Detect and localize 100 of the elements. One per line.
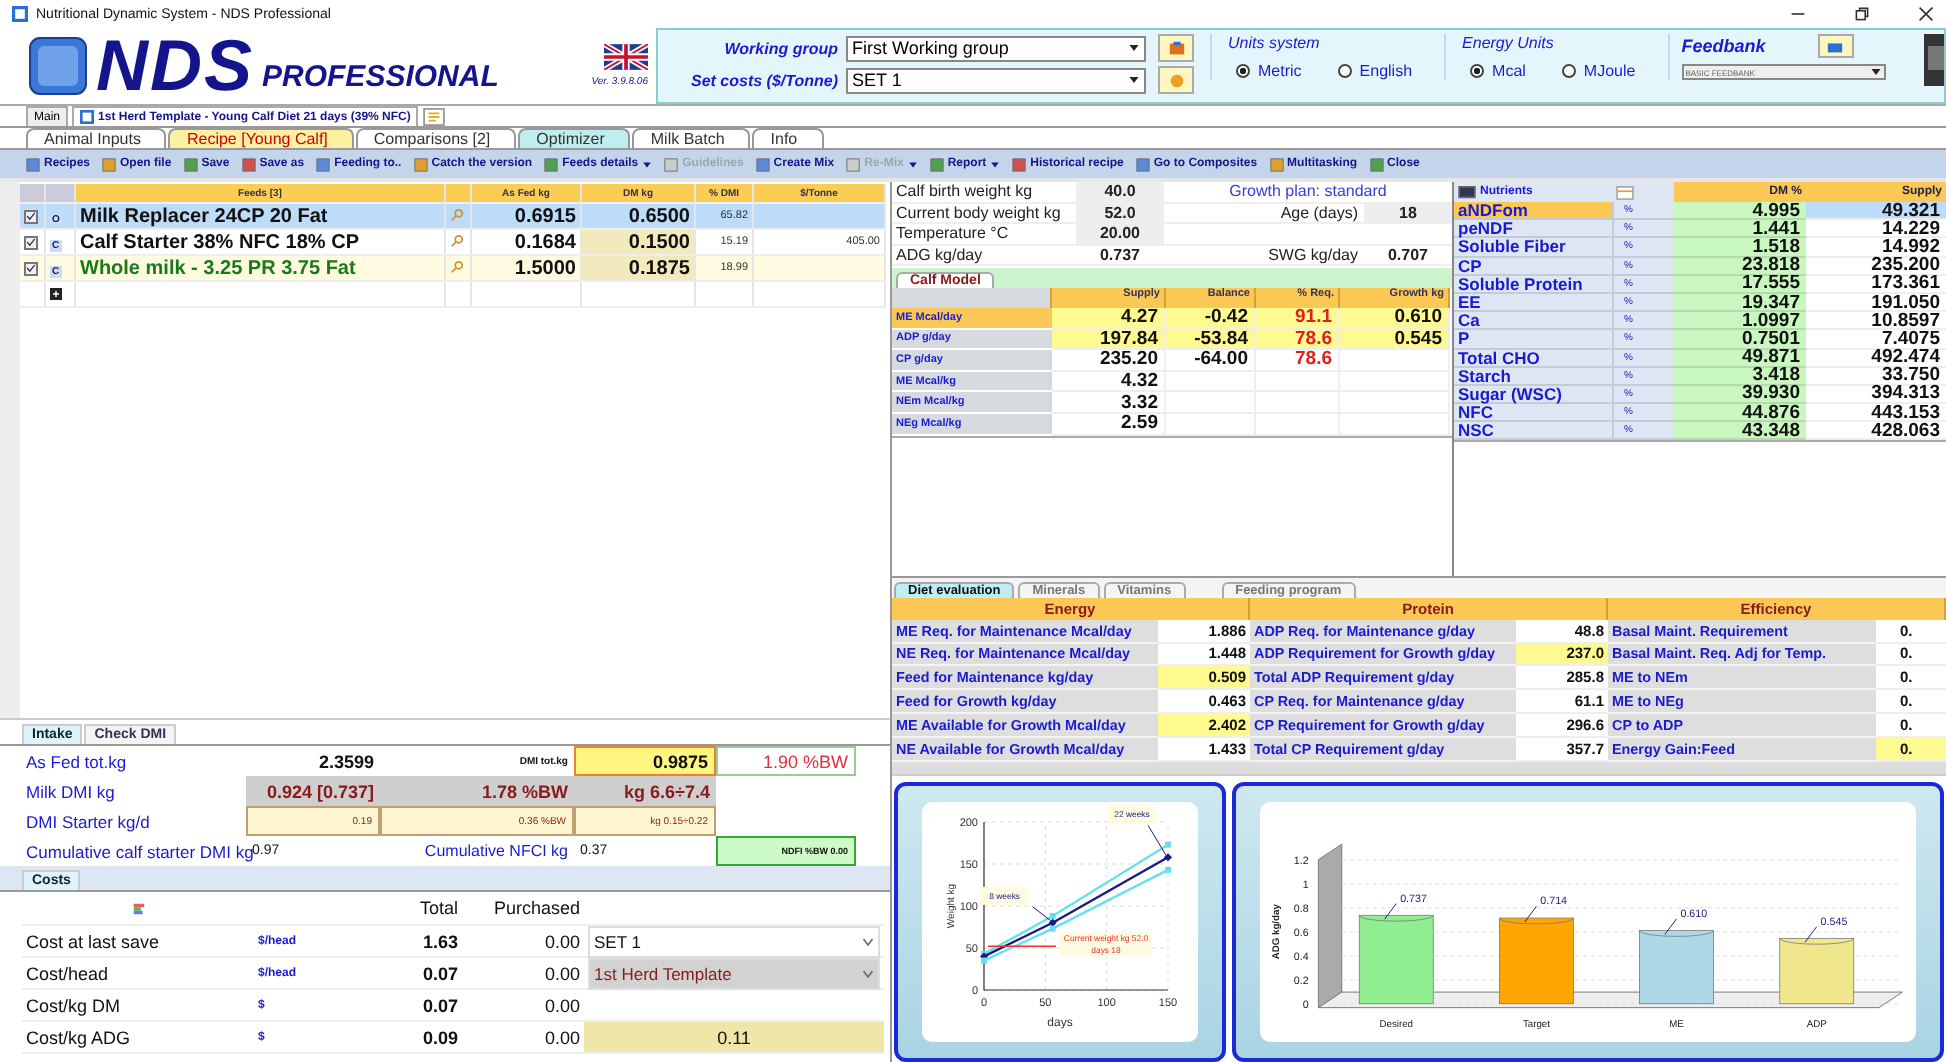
radio-option[interactable]: MJoule bbox=[1561, 62, 1636, 80]
nutrient-name[interactable]: NFC bbox=[1454, 404, 1612, 423]
table-cell: 1.5000 bbox=[471, 255, 581, 281]
restore-icon[interactable] bbox=[1854, 6, 1870, 22]
row-label: As Fed tot.kg bbox=[24, 749, 129, 776]
row-label: Cumulative NFCI kg bbox=[422, 840, 570, 864]
row-label: Cost/kg DM bbox=[22, 990, 254, 1022]
value-cell: 0.07 bbox=[338, 990, 462, 1022]
bar bbox=[1779, 937, 1855, 1005]
caret-icon bbox=[1128, 42, 1140, 54]
value-cell: 49.321 bbox=[1806, 202, 1946, 221]
point bbox=[981, 957, 987, 964]
flag-icon[interactable] bbox=[604, 44, 648, 70]
caret-icon bbox=[990, 159, 1001, 169]
value-cell: 428.063 bbox=[1806, 422, 1946, 441]
value-cell: 2.59 bbox=[1052, 413, 1166, 436]
value-cell: -64.00 bbox=[1166, 350, 1256, 372]
tab[interactable]: Optimizer bbox=[518, 128, 631, 148]
checkbox[interactable] bbox=[24, 209, 38, 223]
folder-button[interactable] bbox=[1817, 34, 1854, 58]
caret-icon bbox=[1869, 66, 1882, 78]
page-icon bbox=[183, 157, 198, 171]
value-cell: 49.871 bbox=[1674, 349, 1806, 368]
nutrient-name[interactable]: peNDF bbox=[1454, 220, 1612, 239]
feedbank-title: Feedbank bbox=[1681, 36, 1766, 56]
group-title: Energy Units bbox=[1462, 34, 1556, 52]
table-cell: 0.6500 bbox=[581, 203, 695, 229]
set-costs-label: Set costs ($/Tonne) bbox=[689, 71, 838, 89]
point bbox=[1049, 913, 1056, 920]
value-cell: 394.313 bbox=[1806, 385, 1946, 405]
row-label: Cost/kg ADG bbox=[22, 1022, 254, 1054]
tab[interactable]: Info bbox=[752, 128, 824, 148]
table-cell: 0.1875 bbox=[581, 255, 695, 281]
radio-option[interactable]: Mcal bbox=[1470, 62, 1526, 80]
value-cell bbox=[1256, 413, 1340, 436]
checkbox[interactable] bbox=[24, 235, 38, 249]
bar bbox=[1499, 917, 1574, 1005]
tab[interactable]: Recipe [Young Calf] bbox=[168, 128, 354, 148]
feed-name[interactable]: Milk Replacer 24CP 20 Fat bbox=[75, 203, 445, 229]
new-tab-icon[interactable] bbox=[422, 108, 447, 126]
caret-icon bbox=[862, 935, 874, 947]
group-button[interactable] bbox=[1158, 34, 1194, 62]
value-cell: 0.707 bbox=[1364, 245, 1452, 266]
page-icon bbox=[1135, 157, 1150, 171]
page-icon bbox=[755, 157, 770, 171]
value-cell: 0.07 bbox=[338, 958, 462, 990]
column-header: Total bbox=[338, 892, 462, 926]
value-cell: 14.992 bbox=[1806, 238, 1946, 258]
value-cell: 0.610 bbox=[1340, 308, 1450, 330]
point bbox=[1165, 866, 1171, 873]
value-cell: 443.153 bbox=[1806, 404, 1946, 423]
nutrient-name[interactable]: P bbox=[1454, 330, 1612, 349]
page-icon bbox=[846, 157, 861, 171]
radio-option[interactable]: Metric bbox=[1236, 62, 1302, 80]
value-cell: 23.818 bbox=[1674, 257, 1806, 276]
template-dropdown[interactable]: 1st Herd Template bbox=[588, 957, 880, 989]
radio-option[interactable]: English bbox=[1337, 62, 1413, 80]
chart-icon[interactable] bbox=[131, 901, 145, 915]
caret-icon bbox=[642, 159, 653, 169]
table-icon[interactable] bbox=[1616, 185, 1634, 199]
tab[interactable]: Animal Inputs bbox=[26, 128, 167, 148]
table-cell: 0.1500 bbox=[581, 229, 695, 255]
tab[interactable]: Comparisons [2] bbox=[355, 128, 517, 148]
working-group-dropdown[interactable]: First Working group bbox=[846, 35, 1146, 61]
point bbox=[1165, 841, 1171, 848]
close-icon[interactable] bbox=[1918, 6, 1934, 22]
value-cell bbox=[1166, 413, 1256, 436]
value-cell: 4.27 bbox=[1052, 308, 1166, 330]
value-cell bbox=[1340, 350, 1450, 372]
value-cell: 52.0 bbox=[1076, 203, 1164, 224]
cost-set-dropdown[interactable]: SET 1 bbox=[588, 925, 880, 957]
set-costs-dropdown[interactable]: SET 1 bbox=[846, 67, 1146, 93]
add-row-icon[interactable] bbox=[50, 288, 62, 300]
nutrient-name[interactable]: Ca bbox=[1454, 312, 1612, 331]
value-cell: 173.361 bbox=[1806, 275, 1946, 294]
document-icon bbox=[80, 110, 95, 124]
feed-name[interactable]: Whole milk - 3.25 PR 3.75 Fat bbox=[75, 255, 445, 281]
value-cell: 44.876 bbox=[1674, 404, 1806, 423]
value-cell: -53.84 bbox=[1166, 329, 1256, 351]
caret-icon bbox=[1128, 74, 1140, 86]
value-cell: 191.050 bbox=[1806, 293, 1946, 313]
check-icon bbox=[26, 236, 36, 248]
value-cell: 0.11 bbox=[584, 1022, 884, 1054]
nutrient-name[interactable]: NSC bbox=[1454, 422, 1612, 441]
page-icon bbox=[102, 157, 117, 171]
value-cell: 1.441 bbox=[1674, 220, 1806, 239]
checkbox[interactable] bbox=[24, 261, 38, 275]
value-cell: 18 bbox=[1364, 203, 1452, 224]
value-cell: 0.9875 bbox=[574, 746, 716, 776]
search-icon[interactable] bbox=[450, 260, 464, 274]
nutrient-name[interactable]: aNDFom bbox=[1454, 202, 1612, 221]
value-cell: 1.63 bbox=[338, 926, 462, 958]
value-cell: kg 6.6÷7.4 bbox=[574, 776, 716, 806]
check-icon bbox=[26, 210, 36, 222]
value-cell: 78.6 bbox=[1256, 329, 1340, 351]
app-icon bbox=[12, 6, 28, 22]
tab[interactable]: Milk Batch bbox=[632, 128, 751, 148]
caret-icon bbox=[862, 967, 874, 979]
search-icon[interactable] bbox=[450, 234, 464, 248]
nutrient-name[interactable]: Soluble Fiber bbox=[1454, 238, 1612, 258]
